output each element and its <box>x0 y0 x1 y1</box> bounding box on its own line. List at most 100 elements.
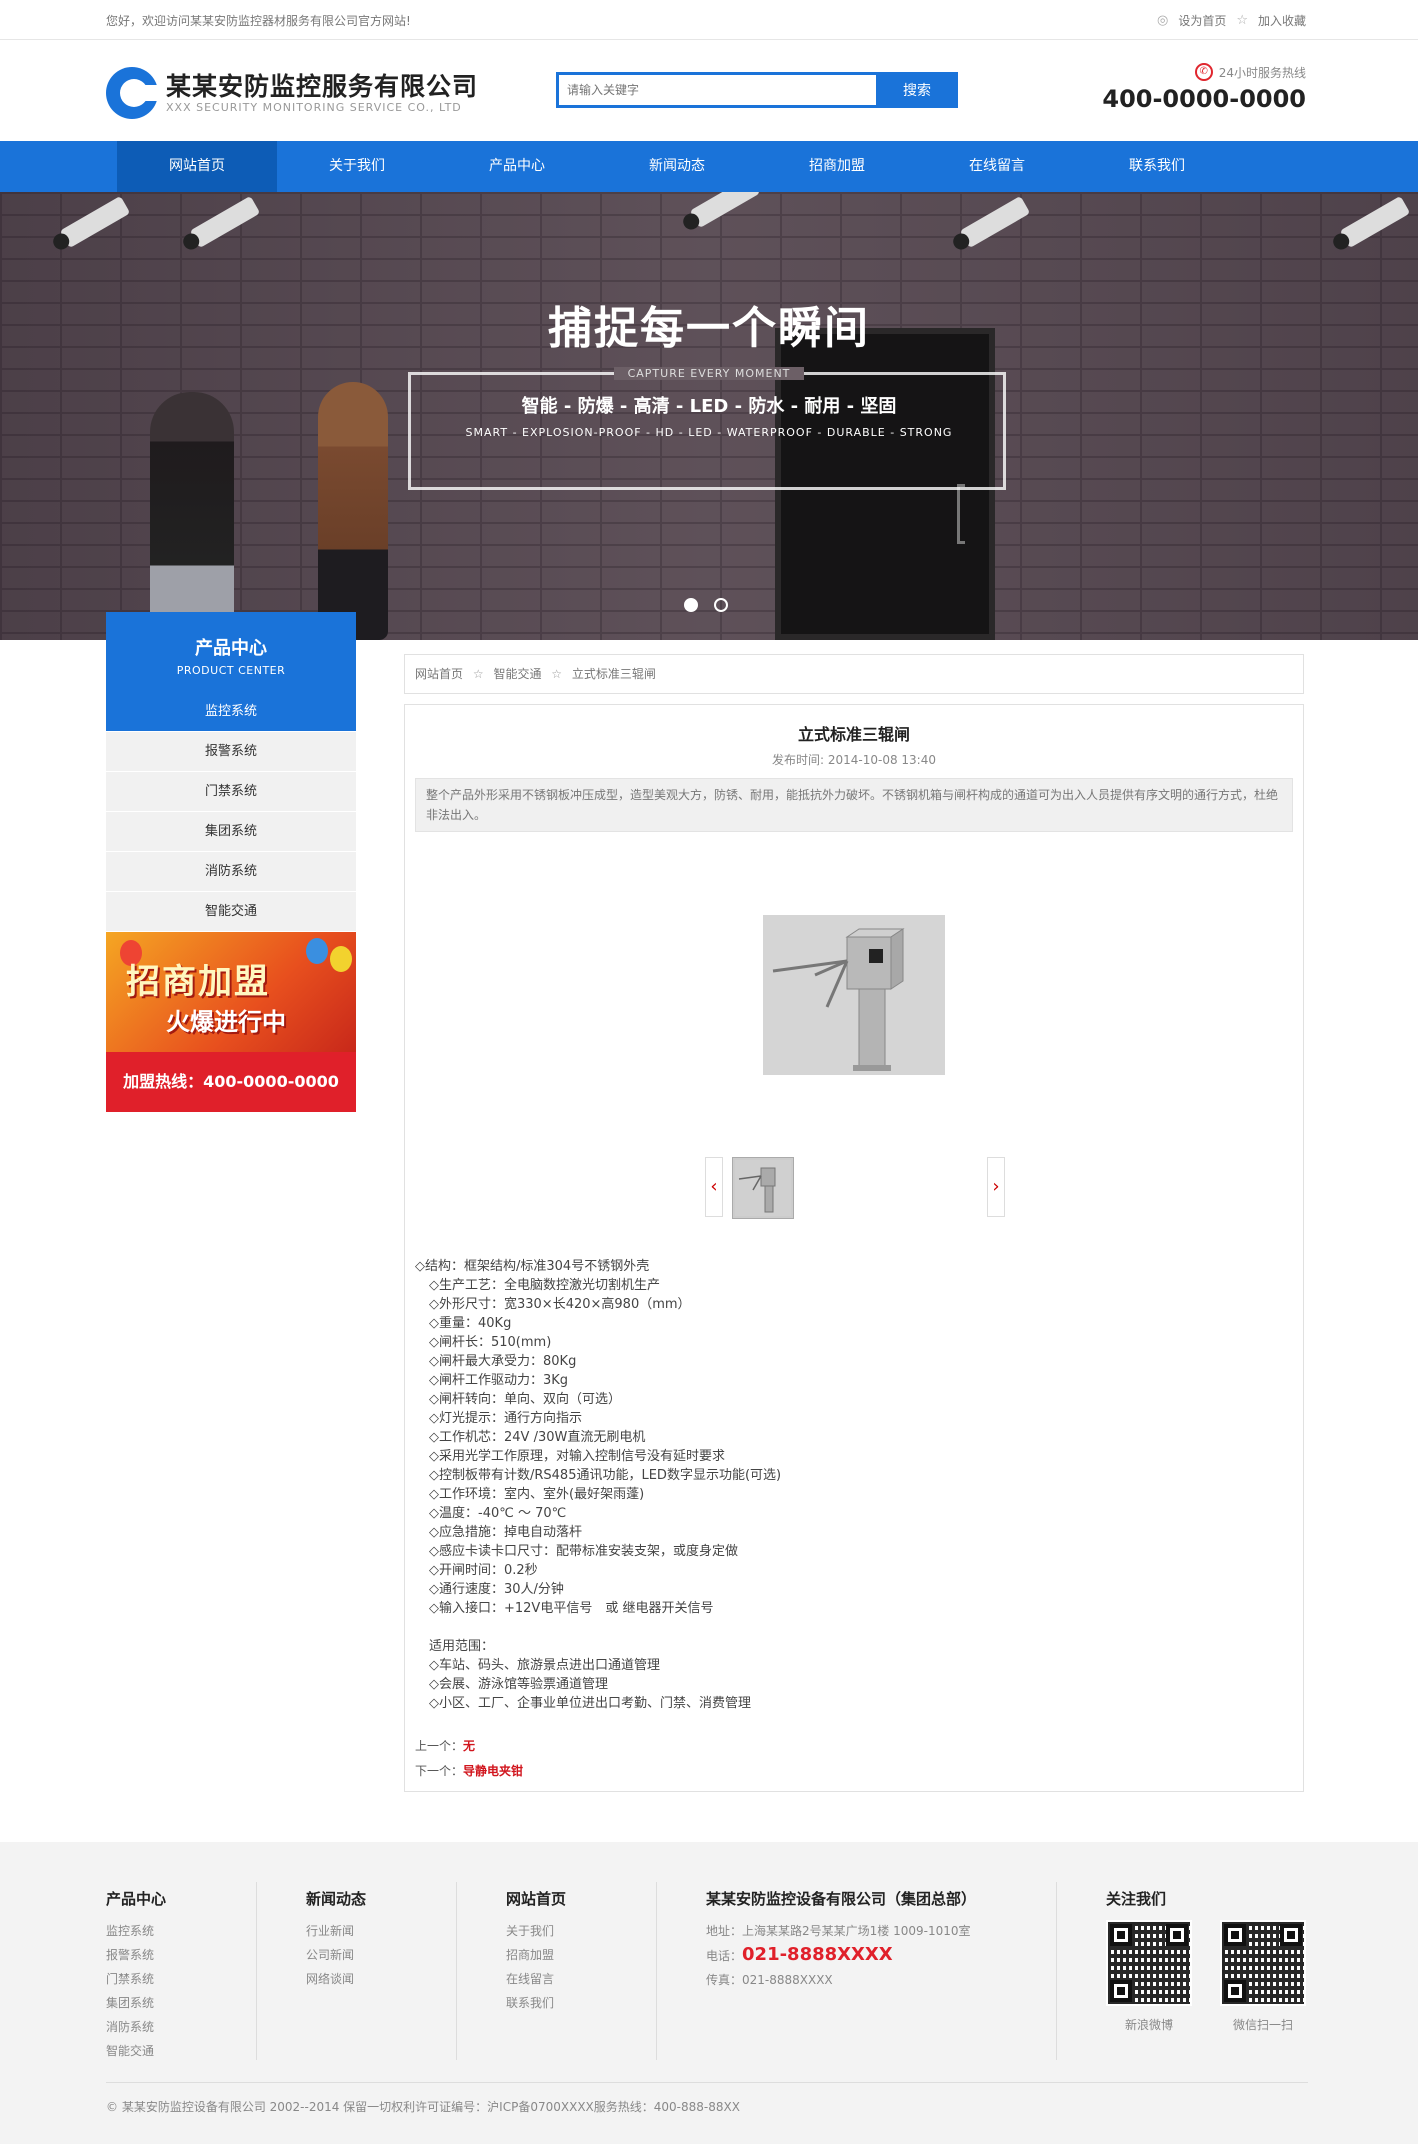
top-links: ◎ 设为首页 ☆ 加入收藏 <box>1157 12 1306 29</box>
product-title: 立式标准三辊闸 <box>797 725 910 744</box>
footer-col-title: 产品中心 <box>106 1890 167 1908</box>
footer-col-news: 新闻动态 行业新闻 公司新闻 网络谈闻 <box>306 1888 366 1991</box>
footer: 产品中心 监控系统 报警系统 门禁系统 集团系统 消防系统 智能交通 新闻动态 … <box>0 1842 1418 2144</box>
prev-link[interactable]: 无 <box>463 1739 475 1753</box>
sidebar-title: 产品中心 <box>195 638 267 659</box>
product-image[interactable] <box>763 915 945 1075</box>
contact-tel: 021-8888XXXX <box>742 1944 893 1965</box>
next-arrow-icon[interactable]: › <box>987 1157 1005 1217</box>
product-specs: ◇结构：框架结构/标准304号不锈钢外壳 ◇生产工艺：全电脑数控激光切割机生产 ◇… <box>415 1257 781 1713</box>
contact-fax: 传真：021-8888XXXX <box>706 1973 833 1987</box>
nav-item-contact[interactable]: 联系我们 <box>1077 141 1237 192</box>
nav-item-news[interactable]: 新闻动态 <box>597 141 757 192</box>
scope-item: ◇会展、游泳馆等验票通道管理 <box>429 1677 608 1692</box>
scope-title: 适用范围： <box>429 1639 495 1654</box>
nav-item-products[interactable]: 产品中心 <box>437 141 597 192</box>
slide-dot-1[interactable] <box>684 598 698 612</box>
footer-col-site: 网站首页 关于我们 招商加盟 在线留言 联系我们 <box>506 1888 566 2015</box>
nav-item-home[interactable]: 网站首页 <box>117 141 277 192</box>
star-icon: ☆ <box>1236 13 1248 28</box>
wechat-qr-code <box>1220 1920 1306 2006</box>
next-article: 下一个：导静电夹钳 <box>415 1762 523 1779</box>
sidebar-item-access-control[interactable]: 门禁系统 <box>106 772 356 812</box>
footer-link[interactable]: 行业新闻 <box>306 1919 366 1943</box>
footer-col-title: 新闻动态 <box>306 1890 367 1908</box>
banner-features-en: SMART - EXPLOSION-PROOF - HD - LED - WAT… <box>465 426 953 439</box>
spec-item: ◇采用光学工作原理，对输入控制信号没有延时要求 <box>429 1449 725 1464</box>
logo[interactable]: 某某安防监控服务有限公司 XXX SECURITY MONITORING SER… <box>106 63 477 119</box>
nav-item-franchise[interactable]: 招商加盟 <box>757 141 917 192</box>
sidebar-item-monitoring[interactable]: 监控系统 <box>106 692 356 732</box>
footer-link[interactable]: 在线留言 <box>506 1967 566 1991</box>
star-icon: ☆ <box>472 667 484 681</box>
search-input[interactable] <box>556 72 876 108</box>
footer-contact: 某某安防监控设备有限公司（集团总部） 地址：上海某某路2号某某广场1楼 1009… <box>706 1888 976 1992</box>
slide-dot-2[interactable] <box>714 598 728 612</box>
footer-link[interactable]: 招商加盟 <box>506 1943 566 1967</box>
footer-link[interactable]: 消防系统 <box>106 2015 166 2039</box>
sidebar-header: 产品中心 PRODUCT CENTER <box>106 612 356 692</box>
footer-link[interactable]: 监控系统 <box>106 1919 166 1943</box>
copyright: © 某某安防监控设备有限公司 2002--2014 保留一切权利许可证编号：沪I… <box>106 2100 740 2114</box>
add-favorite-link[interactable]: 加入收藏 <box>1258 12 1306 29</box>
nav-item-about[interactable]: 关于我们 <box>277 141 437 192</box>
footer-link[interactable]: 智能交通 <box>106 2039 166 2063</box>
thumbnail-carousel: ‹ › <box>705 1157 1005 1221</box>
scope-item: ◇小区、工厂、企事业单位进出口考勤、门禁、消费管理 <box>429 1696 751 1711</box>
sidebar-subtitle: PRODUCT CENTER <box>176 664 286 677</box>
turnstile-image <box>763 915 945 1075</box>
follow-title: 关注我们 <box>1106 1890 1167 1908</box>
spec-item: ◇结构：框架结构/标准304号不锈钢外壳 <box>415 1259 650 1274</box>
spec-item: ◇感应卡读卡口尺寸：配带标准安装支架，或度身定做 <box>429 1544 738 1559</box>
breadcrumb-category[interactable]: 智能交通 <box>493 667 541 681</box>
spec-item: ◇工作环境：室内、室外(最好架雨蓬) <box>429 1487 645 1502</box>
spec-item: ◇闸杆长：510(mm) <box>429 1335 552 1350</box>
prev-article: 上一个：无 <box>415 1737 475 1754</box>
spec-item: ◇闸杆最大承受力：80Kg <box>429 1354 577 1369</box>
person-figure <box>318 382 388 640</box>
search-bar: 搜索 <box>556 72 958 108</box>
company-name-en: XXX SECURITY MONITORING SERVICE CO., LTD <box>166 101 462 114</box>
breadcrumb-home[interactable]: 网站首页 <box>415 667 463 681</box>
welcome-text: 您好，欢迎访问某某安防监控器材服务有限公司官方网站! <box>106 14 411 28</box>
footer-link[interactable]: 报警系统 <box>106 1943 166 1967</box>
set-home-link[interactable]: 设为首页 <box>1178 12 1226 29</box>
franchise-promo-banner[interactable]: 招商加盟 火爆进行中 <box>106 932 356 1052</box>
sidebar-item-traffic[interactable]: 智能交通 <box>106 892 356 932</box>
home-icon: ◎ <box>1156 13 1169 28</box>
spec-item: ◇工作机芯：24V /30W直流无刷电机 <box>429 1430 646 1445</box>
publish-date: 发布时间: 2014-10-08 13:40 <box>772 753 936 767</box>
hotline-label: 24小时服务热线 <box>1218 65 1306 80</box>
promo-title: 招商加盟 <box>126 962 270 1002</box>
nav-item-message[interactable]: 在线留言 <box>917 141 1077 192</box>
spec-item: ◇输入接口：+12V电平信号 或 继电器开关信号 <box>429 1601 714 1616</box>
next-link[interactable]: 导静电夹钳 <box>463 1764 523 1778</box>
spec-item: ◇重量：40Kg <box>429 1316 512 1331</box>
footer-link[interactable]: 关于我们 <box>506 1919 566 1943</box>
prev-arrow-icon[interactable]: ‹ <box>705 1157 723 1217</box>
contact-address: 地址：上海某某路2号某某广场1楼 1009-1010室 <box>706 1924 971 1938</box>
top-bar: 您好，欢迎访问某某安防监控器材服务有限公司官方网站! ◎ 设为首页 ☆ 加入收藏 <box>0 0 1418 40</box>
phone-icon: ✆ <box>1194 63 1213 81</box>
hotline-number: 400-0000-0000 <box>1102 85 1306 113</box>
spec-item: ◇控制板带有计数/RS485通讯功能，LED数字显示功能(可选) <box>429 1468 782 1483</box>
sidebar-item-fire[interactable]: 消防系统 <box>106 852 356 892</box>
footer-link[interactable]: 网络谈闻 <box>306 1967 366 1991</box>
spec-item: ◇通行速度：30人/分钟 <box>429 1582 564 1597</box>
hero-banner: 捕捉每一个瞬间 CAPTURE EVERY MOMENT 智能 - 防爆 - 高… <box>0 192 1418 640</box>
footer-link[interactable]: 门禁系统 <box>106 1967 166 1991</box>
promo-subtitle: 火爆进行中 <box>166 1008 286 1036</box>
footer-link[interactable]: 联系我们 <box>506 1991 566 2015</box>
spec-item: ◇温度：-40℃ ～ 70℃ <box>429 1506 567 1521</box>
search-button[interactable]: 搜索 <box>876 72 958 108</box>
sidebar-item-alarm[interactable]: 报警系统 <box>106 732 356 772</box>
breadcrumb-current[interactable]: 立式标准三辊闸 <box>572 667 656 681</box>
sidebar-item-group[interactable]: 集团系统 <box>106 812 356 852</box>
weibo-qr-label: 新浪微博 <box>1124 2018 1173 2032</box>
footer-link[interactable]: 公司新闻 <box>306 1943 366 1967</box>
slide-indicators <box>684 598 728 612</box>
footer-link[interactable]: 集团系统 <box>106 1991 166 2015</box>
contact-title: 某某安防监控设备有限公司（集团总部） <box>706 1890 977 1908</box>
breadcrumb: 网站首页 ☆ 智能交通 ☆ 立式标准三辊闸 <box>404 654 1304 694</box>
thumbnail-image[interactable] <box>732 1157 794 1219</box>
